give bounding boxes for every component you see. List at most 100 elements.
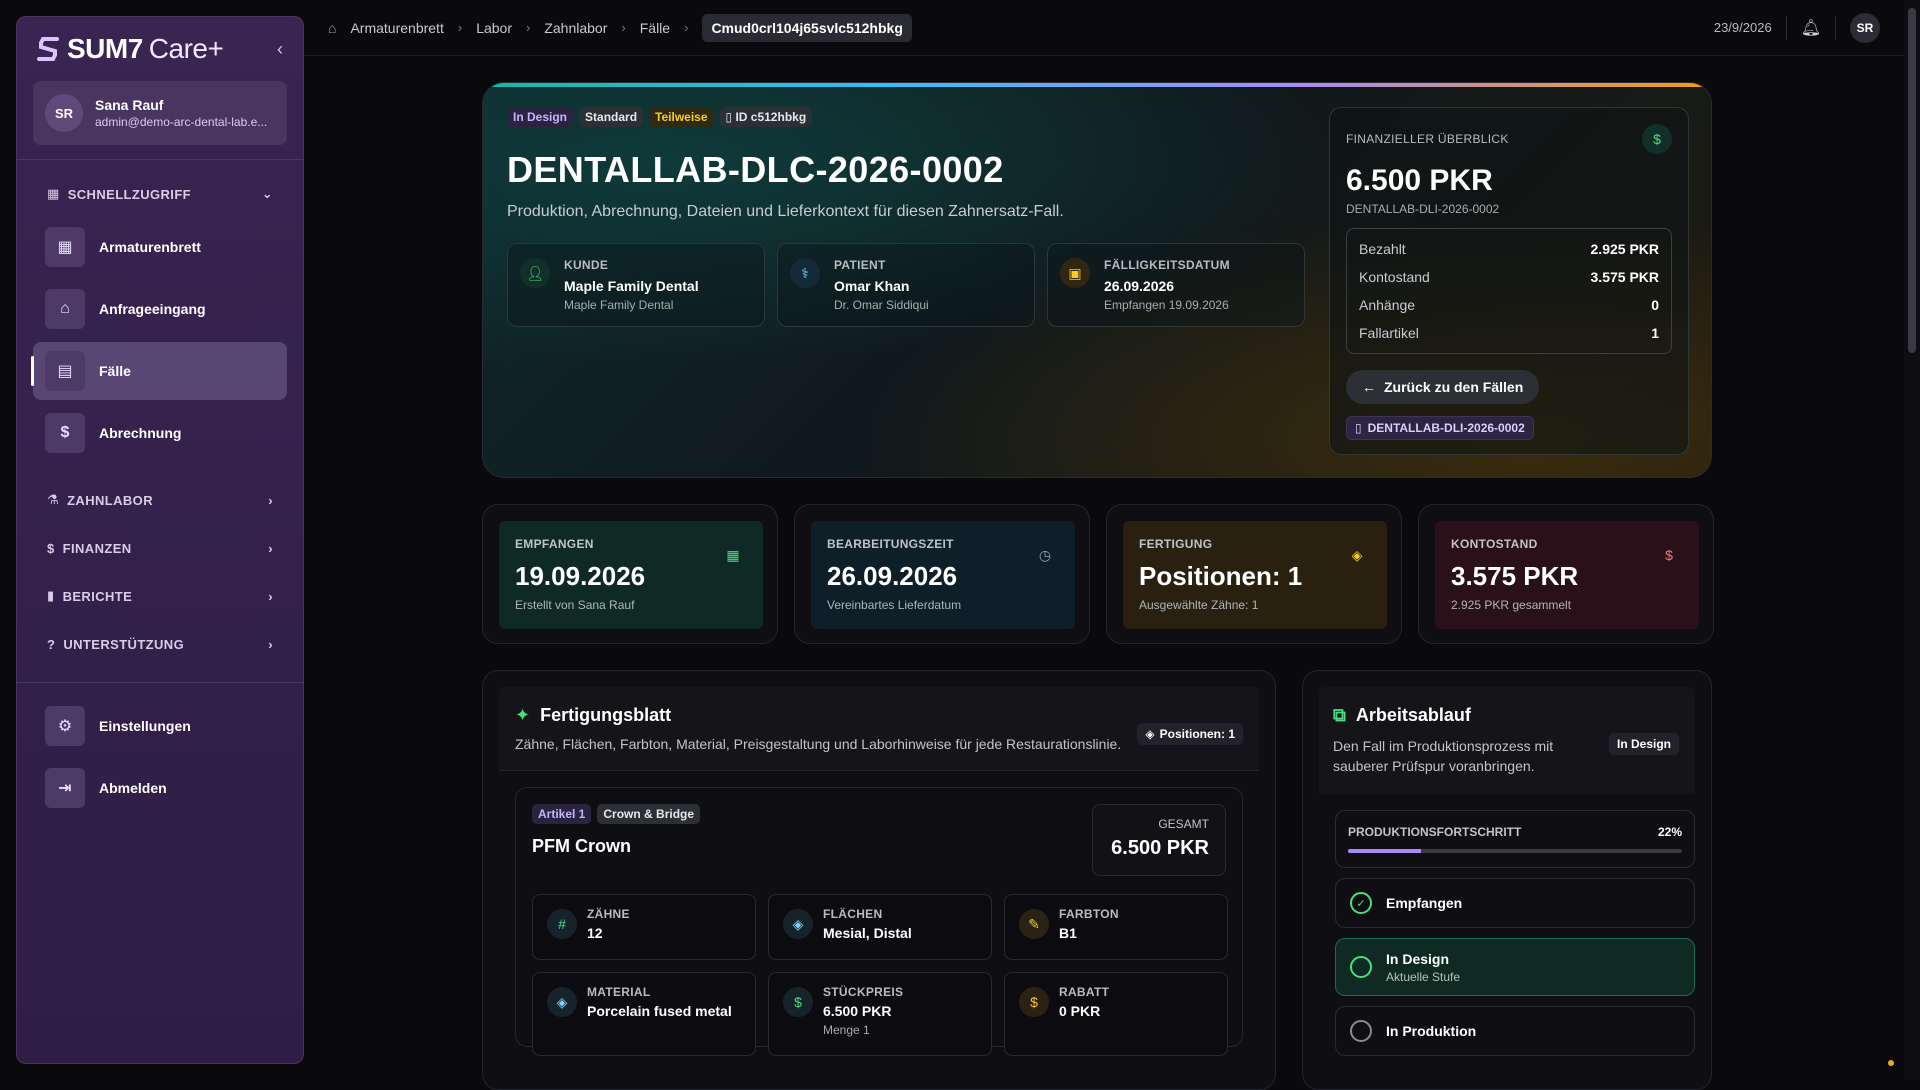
sidebar-item-dashboard[interactable]: ▦ Armaturenbrett	[33, 218, 287, 276]
user-avatar-button[interactable]: SR	[1850, 13, 1880, 43]
financial-overview: FINANZIELLER ÜBERBLICK $ 6.500 PKR DENTA…	[1329, 107, 1689, 455]
divider	[17, 159, 303, 160]
dollar-circle-icon: $	[1642, 124, 1672, 154]
positions-badge: ◈Positionen: 1	[1137, 723, 1243, 745]
finance-row: Fallartikel 1	[1359, 319, 1659, 347]
logo-main: SUM7	[67, 33, 143, 65]
chevron-right-icon: ›	[621, 20, 625, 35]
logo[interactable]: SUM7 Care+	[37, 33, 223, 65]
bell-icon[interactable]: 🔔︎	[1801, 18, 1821, 38]
section-label: FINANZEN	[63, 541, 132, 556]
row-value: 1	[1651, 325, 1659, 341]
user-card[interactable]: SR Sana Rauf admin@demo-arc-dental-lab.e…	[33, 81, 287, 145]
breadcrumb-item[interactable]: Armaturenbrett	[350, 20, 443, 36]
layers-icon: ◈	[1343, 541, 1371, 569]
workflow-panel: ⧉Arbeitsablauf Den Fall im Produktionspr…	[1302, 670, 1712, 1090]
section-support[interactable]: ?UNTERSTÜTZUNG ›	[17, 620, 303, 668]
section-finance[interactable]: $ FINANZEN ›	[17, 524, 303, 572]
cell-label: FARBTON	[1059, 907, 1227, 921]
finance-row: Bezahlt2.925 PKR	[1359, 235, 1659, 263]
section-label: BERICHTE	[63, 589, 133, 604]
collapse-sidebar-icon[interactable]: ‹	[277, 39, 283, 60]
grid-icon: ▦	[47, 186, 60, 202]
stage-badge: In Design	[1609, 733, 1679, 755]
gear-icon: ⚙	[45, 706, 85, 746]
cell-value: Porcelain fused metal	[587, 1003, 755, 1019]
page-subtitle: Produktion, Abrechnung, Dateien und Lief…	[507, 203, 1064, 221]
progress-percent: 22%	[1658, 825, 1682, 839]
stat-value: 26.09.2026	[827, 561, 1059, 592]
breadcrumb-item[interactable]: Fälle	[640, 20, 670, 36]
teeth-cell: # ZÄHNE 12	[532, 894, 756, 960]
production-sheet-panel: ✦Fertigungsblatt Zähne, Flächen, Farbton…	[482, 670, 1276, 1090]
help-icon: ?	[47, 637, 55, 652]
stat-value: Positionen: 1	[1139, 561, 1371, 592]
document-icon: ▯	[1355, 421, 1362, 435]
row-key: Fallartikel	[1359, 325, 1419, 341]
row-value: 2.925 PKR	[1591, 241, 1659, 257]
progress-label: PRODUKTIONSFORTSCHRITT	[1348, 825, 1521, 839]
dollar-icon: $	[47, 541, 55, 556]
card-sub: Empfangen 19.09.2026	[1104, 298, 1290, 312]
section-dental-lab[interactable]: ⚗ZAHNLABOR ›	[17, 476, 303, 524]
breadcrumb: ⌂ Armaturenbrett › Labor › Zahnlabor › F…	[328, 14, 912, 42]
step-received[interactable]: ✓ Empfangen	[1335, 878, 1695, 928]
step-in-design[interactable]: In DesignAktuelle Stufe	[1335, 938, 1695, 996]
item-total: GESAMT 6.500 PKR	[1092, 804, 1226, 876]
sidebar-item-label: Fälle	[99, 363, 131, 379]
chevron-right-icon: ›	[268, 637, 273, 652]
cell-label: STÜCKPREIS	[823, 985, 991, 999]
surfaces-cell: ◈ FLÄCHEN Mesial, Distal	[768, 894, 992, 960]
sidebar-item-settings[interactable]: ⚙ Einstellungen	[33, 697, 287, 755]
priority-badge: Standard	[579, 107, 643, 127]
invoice-link[interactable]: ▯DENTALLAB-DLI-2026-0002	[1346, 416, 1534, 440]
sidebar-item-billing[interactable]: $ Abrechnung	[33, 404, 287, 462]
card-value: 26.09.2026	[1104, 278, 1290, 294]
timer-icon: ◷	[1031, 541, 1059, 569]
sidebar-item-logout[interactable]: ⇥ Abmelden	[33, 759, 287, 817]
sidebar-item-inbox[interactable]: ⌂ Anfrageeingang	[33, 280, 287, 338]
sidebar-item-cases[interactable]: ▤ Fälle	[33, 342, 287, 400]
logout-icon: ⇥	[45, 768, 85, 808]
sidebar-item-label: Abmelden	[99, 780, 167, 796]
scrollbar-thumb[interactable]	[1908, 8, 1916, 353]
calendar-icon: ▦	[719, 541, 747, 569]
topbar: ⌂ Armaturenbrett › Labor › Zahnlabor › F…	[304, 0, 1904, 56]
cell-value: 12	[587, 925, 755, 941]
user-email: admin@demo-arc-dental-lab.e...	[95, 115, 267, 129]
dollar-icon: $	[1019, 987, 1049, 1017]
quick-access-toggle[interactable]: ▦SCHNELLZUGRIFF ⌄	[17, 174, 303, 214]
step-label: In Produktion	[1386, 1023, 1476, 1039]
breadcrumb-item[interactable]: Zahnlabor	[544, 20, 607, 36]
home-icon: ⌂	[328, 20, 336, 36]
cell-value: Mesial, Distal	[823, 925, 991, 941]
step-in-production[interactable]: In Produktion	[1335, 1006, 1695, 1056]
stat-sub: Erstellt von Sana Rauf	[515, 598, 747, 612]
step-label: In Design	[1386, 951, 1460, 967]
section-reports[interactable]: ▮BERICHTE ›	[17, 572, 303, 620]
card-sub: Maple Family Dental	[564, 298, 750, 312]
sparkles-icon: ✦	[515, 705, 530, 726]
topbar-right: 23/9/2026 🔔︎ SR	[1714, 13, 1880, 43]
breadcrumb-item[interactable]: Labor	[476, 20, 512, 36]
divider	[1786, 16, 1787, 40]
payment-badge: Teilweise	[649, 107, 713, 127]
client-card: 👤︎ KUNDE Maple Family Dental Maple Famil…	[507, 243, 765, 327]
dollar-icon: $	[783, 987, 813, 1017]
patient-card: ⚕ PATIENT Omar Khan Dr. Omar Siddiqui	[777, 243, 1035, 327]
breadcrumb-current: Cmud0crl104j65svlc512hbkg	[702, 14, 911, 42]
flask-icon: ⚗	[47, 492, 59, 508]
scrollbar[interactable]	[1904, 0, 1920, 1080]
stat-value: 19.09.2026	[515, 561, 747, 592]
panel-subtitle: Zähne, Flächen, Farbton, Material, Preis…	[515, 736, 1243, 752]
finance-amount: 6.500 PKR	[1346, 164, 1672, 198]
sidebar: SUM7 Care+ ‹ SR Sana Rauf admin@demo-arc…	[16, 16, 304, 1064]
arrow-left-icon: ←	[1362, 379, 1376, 395]
chevron-right-icon: ›	[268, 541, 273, 556]
date-display: 23/9/2026	[1714, 20, 1772, 35]
button-label: Zurück zu den Fällen	[1384, 379, 1523, 395]
back-to-cases-button[interactable]: ← Zurück zu den Fällen	[1346, 370, 1539, 404]
sidebar-item-label: Anfrageeingang	[99, 301, 206, 317]
card-label: PATIENT	[834, 258, 1020, 272]
chevron-right-icon: ›	[268, 589, 273, 604]
